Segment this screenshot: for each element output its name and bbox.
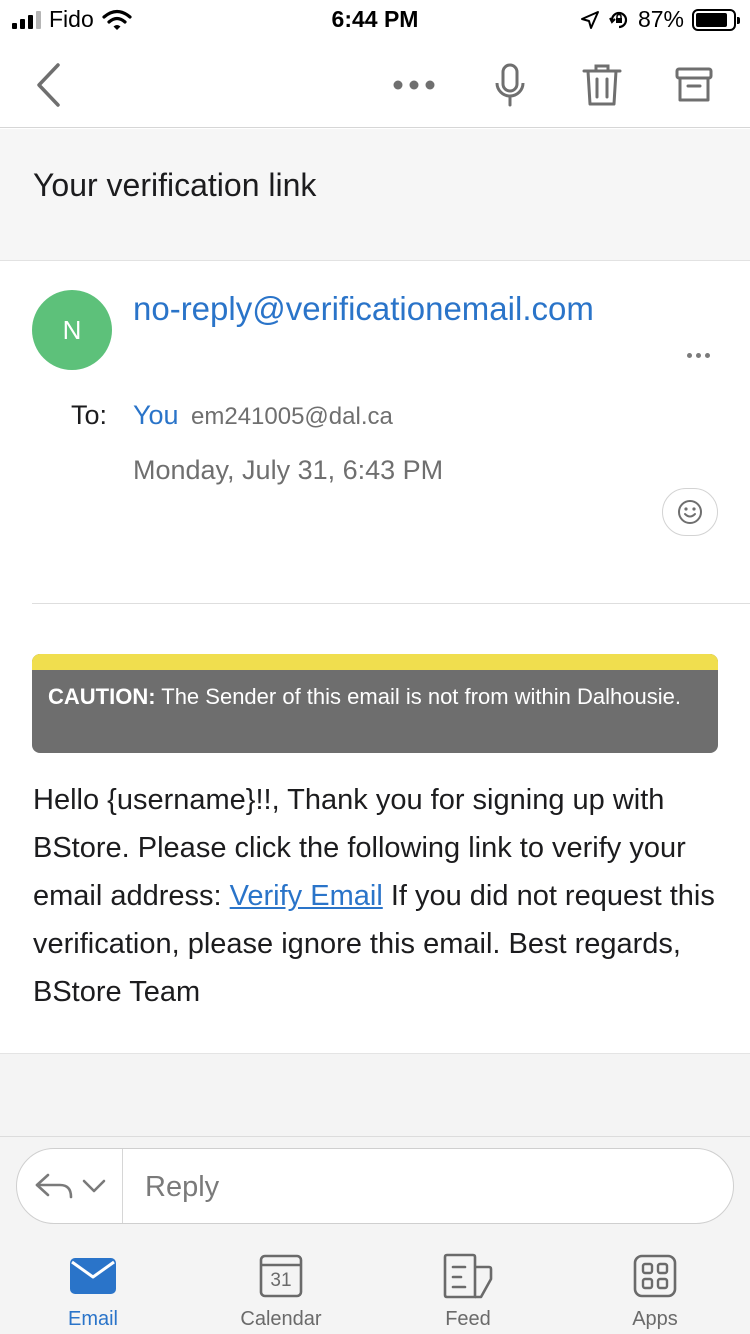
- bottom-divider: [0, 1136, 750, 1137]
- sender-address[interactable]: no-reply@verificationemail.com: [133, 290, 594, 328]
- email-subject: Your verification link: [33, 167, 317, 203]
- archive-button[interactable]: [669, 60, 719, 110]
- recipient-name[interactable]: You: [133, 400, 179, 431]
- caution-text: The Sender of this email is not from wit…: [155, 684, 681, 709]
- tab-feed-label: Feed: [445, 1308, 491, 1330]
- apps-icon: [633, 1254, 677, 1298]
- tab-bar: Email 31 Calendar Feed Apps: [0, 1240, 750, 1334]
- smiley-icon: [678, 500, 702, 524]
- dictate-button[interactable]: [485, 60, 535, 110]
- tab-email[interactable]: Email: [23, 1252, 163, 1331]
- trash-icon: [582, 64, 622, 106]
- back-button[interactable]: [24, 60, 74, 110]
- tab-calendar-label: Calendar: [240, 1308, 322, 1330]
- subject-header: Your verification link: [0, 129, 750, 261]
- chevron-down-icon: [82, 1179, 105, 1193]
- more-actions-button[interactable]: [389, 60, 439, 110]
- caution-stripe: [32, 654, 718, 670]
- verify-email-link[interactable]: Verify Email: [230, 880, 383, 912]
- caution-message: CAUTION: The Sender of this email is not…: [32, 670, 718, 713]
- reply-options-button[interactable]: [17, 1149, 123, 1223]
- message-toolbar: [0, 40, 750, 128]
- react-button[interactable]: [662, 488, 718, 536]
- calendar-day: 31: [270, 1270, 292, 1291]
- header-divider: [32, 603, 750, 604]
- battery-icon: [692, 8, 740, 31]
- message-more-button[interactable]: [680, 340, 716, 370]
- location-arrow-icon: [580, 10, 599, 29]
- microphone-icon: [495, 63, 525, 107]
- archive-icon: [675, 67, 713, 102]
- tab-apps[interactable]: Apps: [585, 1252, 725, 1331]
- tab-email-label: Email: [67, 1308, 118, 1330]
- reply-arrow-icon: [35, 1173, 72, 1199]
- avatar-initial: N: [62, 314, 82, 345]
- email-date: Monday, July 31, 6:43 PM: [133, 455, 444, 485]
- caution-banner: CAUTION: The Sender of this email is not…: [32, 654, 718, 753]
- status-bar: Fido 6:44 PM 87%: [0, 0, 750, 40]
- email-body: Hello {username}!!, Thank you for signin…: [33, 776, 723, 1016]
- mail-icon: [70, 1258, 116, 1294]
- reply-bar: Reply: [16, 1148, 734, 1224]
- tab-calendar[interactable]: 31 Calendar: [211, 1252, 351, 1331]
- feed-icon: [443, 1253, 493, 1299]
- tab-apps-label: Apps: [632, 1308, 678, 1330]
- reply-input[interactable]: Reply: [145, 1171, 219, 1204]
- orientation-lock-icon: [609, 11, 628, 28]
- sender-avatar[interactable]: N: [32, 290, 112, 370]
- recipient-email: em241005@dal.ca: [191, 403, 393, 430]
- back-icon: [37, 63, 60, 107]
- more-icon: [393, 80, 435, 90]
- delete-button[interactable]: [577, 60, 627, 110]
- battery-percent: 87%: [637, 6, 684, 32]
- caution-label: CAUTION:: [48, 684, 156, 709]
- tab-feed[interactable]: Feed: [398, 1252, 538, 1331]
- to-label: To:: [71, 400, 108, 430]
